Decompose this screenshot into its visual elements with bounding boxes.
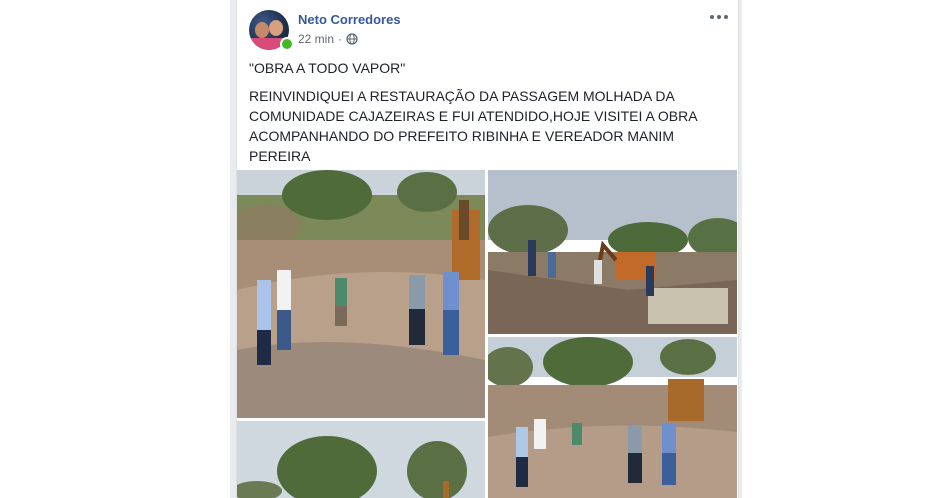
- post-body-line: PEREIRA: [249, 148, 311, 164]
- trees-and-sky-photo[interactable]: [237, 421, 485, 498]
- construction-site-group-photo[interactable]: [237, 170, 485, 418]
- left-gutter: [0, 0, 230, 498]
- post-body-line: COMUNIDADE CAJAZEIRAS E FUI ATENDIDO,HOJ…: [249, 108, 698, 124]
- globe-icon[interactable]: [346, 33, 358, 45]
- online-status-icon: [280, 37, 294, 51]
- post-timestamp[interactable]: 22 min: [298, 32, 334, 46]
- more-options-icon[interactable]: [708, 8, 730, 26]
- post-body-line: ACOMPANHANDO DO PREFEITO RIBINHA E VEREA…: [249, 128, 674, 144]
- men-standing-near-backhoe-photo[interactable]: [488, 337, 737, 498]
- post-text: "OBRA A TODO VAPOR" REINVINDIQUEI A REST…: [249, 58, 719, 166]
- meta-separator: ·: [338, 32, 343, 46]
- post-title-line: "OBRA A TODO VAPOR": [249, 60, 406, 76]
- post-card: Neto Corredores 22 min · "OBRA A TODO VA…: [236, 0, 739, 498]
- excavation-with-backhoe-photo[interactable]: [488, 170, 737, 334]
- post-meta: 22 min ·: [298, 32, 358, 46]
- post-body-line: REINVINDIQUEI A RESTAURAÇÃO DA PASSAGEM …: [249, 88, 675, 104]
- author-name-link[interactable]: Neto Corredores: [298, 12, 401, 27]
